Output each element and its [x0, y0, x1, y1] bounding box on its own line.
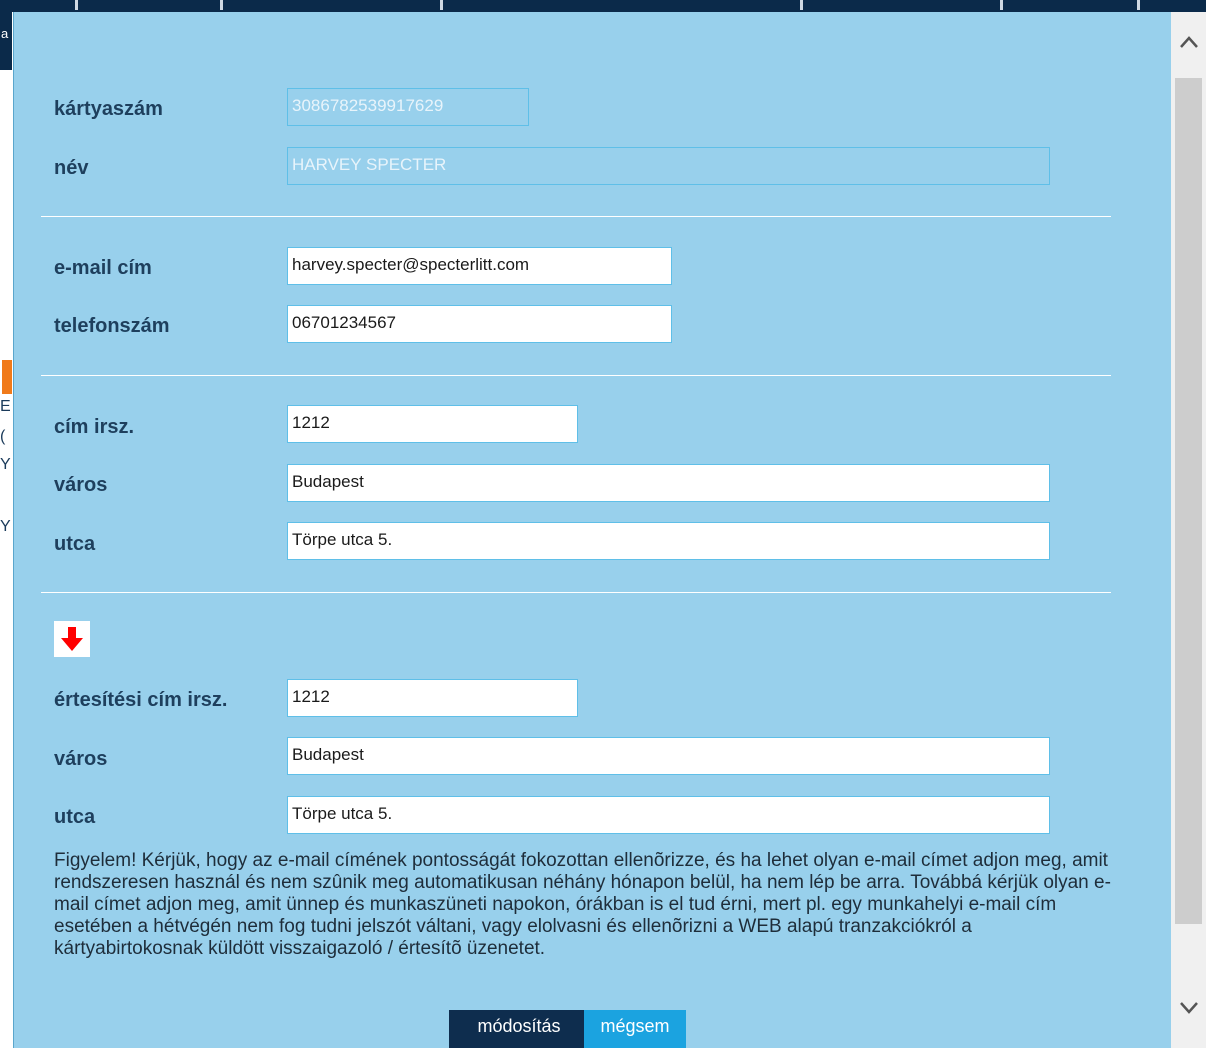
arrow-down-icon [61, 627, 83, 651]
notification-zip-input[interactable]: 1212 [287, 679, 578, 717]
zip-label: cím irsz. [54, 416, 135, 438]
background-fragment: E [0, 398, 11, 415]
email-notice-text: Figyelem! Kérjük, hogy az e-mail címének… [54, 850, 1111, 959]
chevron-down-icon [1179, 1002, 1198, 1014]
scroll-up-button[interactable] [1171, 12, 1206, 72]
email-label: e-mail cím [54, 257, 152, 279]
phone-input[interactable]: 06701234567 [287, 305, 672, 343]
submit-button[interactable]: módosítás [449, 1010, 589, 1048]
card-number-label: kártyaszám [54, 98, 163, 120]
background-left-strip: a [0, 12, 12, 70]
copy-address-button[interactable] [54, 621, 90, 657]
section-divider [41, 375, 1111, 376]
city-input[interactable]: Budapest [287, 464, 1050, 502]
name-field: HARVEY SPECTER [287, 147, 1050, 185]
cancel-button[interactable]: mégsem [584, 1010, 686, 1048]
notification-city-input[interactable]: Budapest [287, 737, 1050, 775]
scrollbar-thumb[interactable] [1175, 78, 1202, 924]
background-orange-marker [2, 360, 12, 394]
background-letter: a [1, 26, 9, 41]
card-number-field: 3086782539917629 [287, 88, 529, 126]
scroll-down-button[interactable] [1171, 978, 1206, 1038]
notification-street-input[interactable]: Törpe utca 5. [287, 796, 1050, 834]
chevron-up-icon [1179, 36, 1198, 48]
background-fragment: Y [0, 518, 11, 535]
email-input[interactable]: harvey.specter@specterlitt.com [287, 247, 672, 285]
background-top-bar [0, 0, 1206, 12]
edit-card-modal: kártyaszám 3086782539917629 név HARVEY S… [13, 12, 1172, 1048]
name-label: név [54, 157, 89, 179]
section-divider [41, 216, 1111, 217]
phone-label: telefonszám [54, 315, 170, 337]
background-fragment: Y [0, 456, 11, 473]
notification-city-label: város [54, 748, 108, 770]
city-label: város [54, 474, 108, 496]
street-label: utca [54, 533, 96, 555]
notification-street-label: utca [54, 806, 96, 828]
notification-zip-label: értesítési cím irsz. [54, 689, 228, 711]
street-input[interactable]: Törpe utca 5. [287, 522, 1050, 560]
background-fragment: ( [0, 428, 6, 445]
zip-input[interactable]: 1212 [287, 405, 578, 443]
section-divider [41, 592, 1111, 593]
vertical-scrollbar[interactable] [1171, 12, 1206, 1048]
